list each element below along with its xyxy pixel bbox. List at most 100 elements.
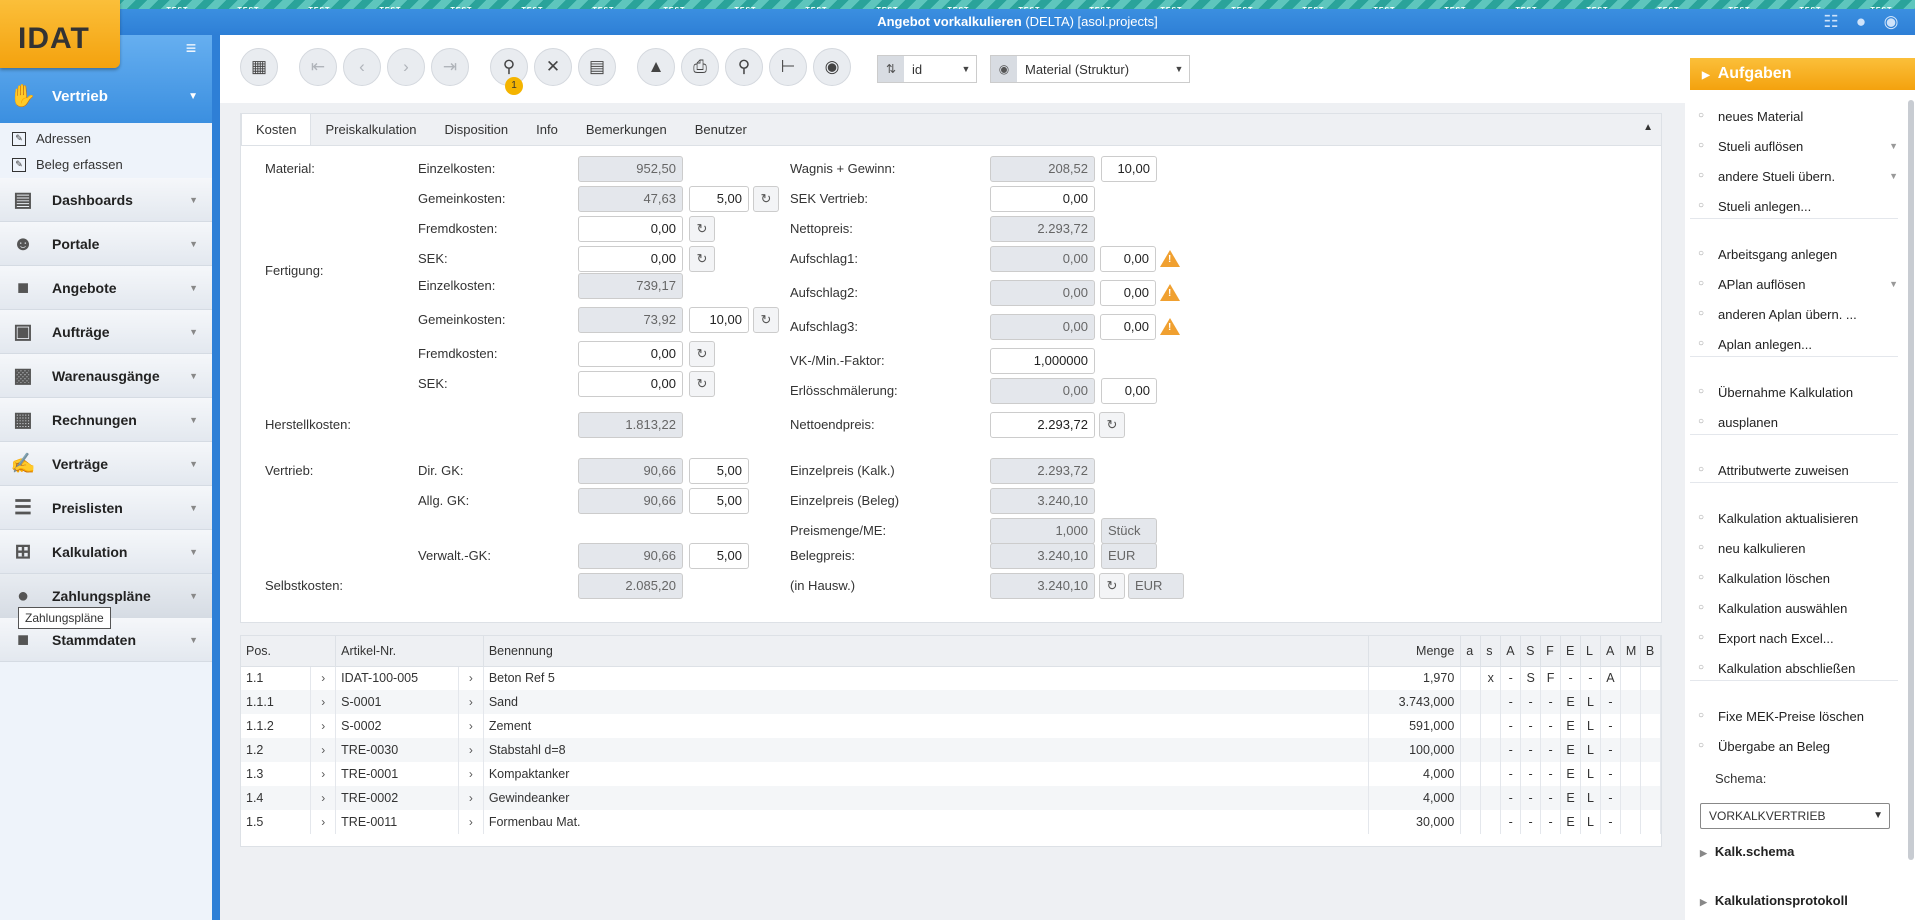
task-item[interactable]: ○ Attributwerte zuweisen (1690, 456, 1898, 484)
last-record-button[interactable]: ⇥ (431, 48, 469, 86)
task-item[interactable]: ○ Übernahme Kalkulation (1690, 378, 1898, 406)
expand-icon[interactable]: › (458, 762, 484, 786)
column-header-artikel[interactable]: Artikel-Nr. (335, 636, 484, 667)
table-row[interactable]: 1.3 › TRE-0001 › Kompaktanker 4,000- - - E L - (241, 762, 1662, 786)
column-header-flag[interactable]: s (1480, 636, 1502, 667)
mat-gemein-refresh-button[interactable]: ↻ (753, 186, 779, 212)
table-view-button[interactable]: ▦ (240, 48, 278, 86)
task-item[interactable]: ○ Stueli anlegen... (1690, 192, 1898, 220)
first-record-button[interactable]: ⇤ (299, 48, 337, 86)
nettoendpreis-field[interactable]: 2.293,72 (990, 412, 1095, 438)
mat-sek-refresh-button[interactable]: ↻ (689, 246, 715, 272)
sidebar-subitem-beleg-erfassen[interactable]: ✎ Beleg erfassen (12, 157, 123, 172)
table-row[interactable]: 1.1.2 › S-0002 › Zement 591,000- - - E L - (241, 714, 1662, 738)
fert-gemeinkosten-percent[interactable]: 10,00 (689, 307, 749, 333)
menu-collapse-icon[interactable]: ≡ (178, 35, 204, 61)
allg-gk-percent[interactable]: 5,00 (689, 488, 749, 514)
expand-icon[interactable]: › (310, 666, 337, 690)
search-button[interactable]: ⚲ 1 (490, 48, 528, 95)
cancel-button[interactable]: ✕ (534, 48, 572, 86)
nettoendpreis-refresh-button[interactable]: ↻ (1099, 412, 1125, 438)
table-row[interactable]: 1.2 › TRE-0030 › Stabstahl d=8 100,000- - - E L - (241, 738, 1662, 762)
expand-icon[interactable]: › (310, 714, 337, 738)
sek-vertrieb-field[interactable]: 0,00 (990, 186, 1095, 212)
fert-sek-field[interactable]: 0,00 (578, 371, 683, 397)
feed-button[interactable]: ◉ (813, 48, 851, 86)
tab-disposition[interactable]: Disposition (431, 115, 523, 145)
task-item[interactable]: ○ neues Material (1690, 102, 1898, 130)
column-header-flag[interactable]: M (1620, 636, 1641, 667)
aufschlag3-percent[interactable]: 0,00 (1100, 314, 1156, 340)
sidebar-item-dashboards[interactable]: ▤ Dashboards ▼ (0, 178, 212, 222)
task-item[interactable]: ○ Arbeitsgang anlegen (1690, 240, 1898, 268)
sidebar-item-warenausgaenge[interactable]: ▩ Warenausgänge ▼ (0, 354, 212, 398)
expand-icon[interactable]: › (310, 690, 337, 714)
column-header-flag[interactable]: S (1520, 636, 1542, 667)
column-header-flag[interactable]: A (1500, 636, 1522, 667)
task-item[interactable]: ○ neu kalkulieren (1690, 534, 1898, 562)
fert-sek-refresh-button[interactable]: ↻ (689, 371, 715, 397)
task-item[interactable]: ○ Export nach Excel... (1690, 624, 1898, 652)
tab-kosten[interactable]: Kosten (241, 113, 312, 145)
column-header-flag[interactable]: A (1600, 636, 1621, 667)
mat-gemeinkosten-percent[interactable]: 5,00 (689, 186, 749, 212)
column-header-flag[interactable]: E (1560, 636, 1581, 667)
task-item[interactable]: ○ ausplanen (1690, 408, 1898, 436)
aufschlag2-percent[interactable]: 0,00 (1100, 280, 1156, 306)
column-header-flag[interactable]: L (1580, 636, 1601, 667)
task-item[interactable]: ○ Kalkulation löschen (1690, 564, 1898, 592)
user-icon[interactable]: ● (1851, 12, 1871, 32)
chevron-down-icon[interactable]: ▼ (1889, 279, 1898, 289)
sort-select[interactable]: ⇅ id ▼ (877, 55, 977, 83)
column-header-flag[interactable]: B (1640, 636, 1662, 667)
sidebar-item-vertrieb[interactable]: ✋ Vertrieb ▼ (0, 77, 212, 115)
column-header-menge[interactable]: Menge (1368, 636, 1462, 667)
lightbulb-icon[interactable]: ◉ (1881, 12, 1901, 32)
column-header-pos[interactable]: Pos. (241, 636, 337, 667)
chevron-down-icon[interactable]: ▼ (1889, 141, 1898, 151)
expand-icon[interactable]: › (458, 714, 484, 738)
mat-sek-field[interactable]: 0,00 (578, 246, 683, 272)
sidebar-item-kalkulation[interactable]: ⊞ Kalkulation ▼ (0, 530, 212, 574)
print-button[interactable]: ⎙ (681, 48, 719, 86)
kalkulationsprotokoll-section[interactable]: ▶ Kalkulationsprotokoll (1700, 893, 1848, 908)
task-panel-scrollbar[interactable] (1908, 100, 1914, 860)
expand-icon[interactable]: › (310, 786, 337, 810)
column-header-flag[interactable]: F (1540, 636, 1562, 667)
expand-icon[interactable]: › (310, 762, 337, 786)
hauswaehrung-refresh-button[interactable]: ↻ (1099, 573, 1125, 599)
collapse-panel-icon[interactable]: ▲ (1643, 122, 1653, 133)
vk-faktor-field[interactable]: 1,000000 (990, 348, 1095, 374)
task-item[interactable]: ○ Fixe MEK-Preise löschen (1690, 702, 1898, 730)
expand-icon[interactable]: › (458, 690, 484, 714)
table-row[interactable]: 1.1 › IDAT-100-005 › Beton Ref 5 1,970 x - S F - - A (241, 666, 1662, 690)
expand-icon[interactable]: › (310, 738, 337, 762)
structure-button[interactable]: ⊢ (769, 48, 807, 86)
verwalt-gk-percent[interactable]: 5,00 (689, 543, 749, 569)
kalk-schema-section[interactable]: ▶ Kalk.schema (1700, 844, 1794, 859)
fert-fremd-refresh-button[interactable]: ↻ (689, 341, 715, 367)
tab-bemerkungen[interactable]: Bemerkungen (572, 115, 681, 145)
sidebar-item-auftraege[interactable]: ▣ Aufträge ▼ (0, 310, 212, 354)
task-item[interactable]: ○ Aplan anlegen... (1690, 330, 1898, 358)
tab-info[interactable]: Info (522, 115, 572, 145)
expand-icon[interactable]: › (458, 810, 484, 834)
sidebar-item-vertraege[interactable]: ✍ Verträge ▼ (0, 442, 212, 486)
next-record-button[interactable]: › (387, 48, 425, 86)
table-row[interactable]: 1.1.1 › S-0001 › Sand 3.743,000- - - E L - (241, 690, 1662, 714)
erloesschmaelerung-percent[interactable]: 0,00 (1101, 378, 1157, 404)
task-item[interactable]: ○ andere Stueli übern. ▼ (1690, 162, 1898, 190)
table-row[interactable]: 1.5 › TRE-0011 › Formenbau Mat. 30,000- - - E L - (241, 810, 1662, 834)
tab-benutzer[interactable]: Benutzer (681, 115, 761, 145)
column-header-flag[interactable]: a (1460, 636, 1482, 667)
task-item[interactable]: ○ Stueli auflösen ▼ (1690, 132, 1898, 160)
table-row[interactable]: 1.4 › TRE-0002 › Gewindeanker 4,000- - - E L - (241, 786, 1662, 810)
column-header-benennung[interactable]: Benennung (483, 636, 1370, 667)
dir-gk-percent[interactable]: 5,00 (689, 458, 749, 484)
search-list-icon[interactable]: ☷ (1821, 12, 1841, 32)
fert-fremdkosten-field[interactable]: 0,00 (578, 341, 683, 367)
task-item[interactable]: ○ APlan auflösen ▼ (1690, 270, 1898, 298)
save-button[interactable]: ▤ (578, 48, 616, 86)
expand-icon[interactable]: › (310, 810, 337, 834)
sidebar-item-portale[interactable]: ☻ Portale ▼ (0, 222, 212, 266)
